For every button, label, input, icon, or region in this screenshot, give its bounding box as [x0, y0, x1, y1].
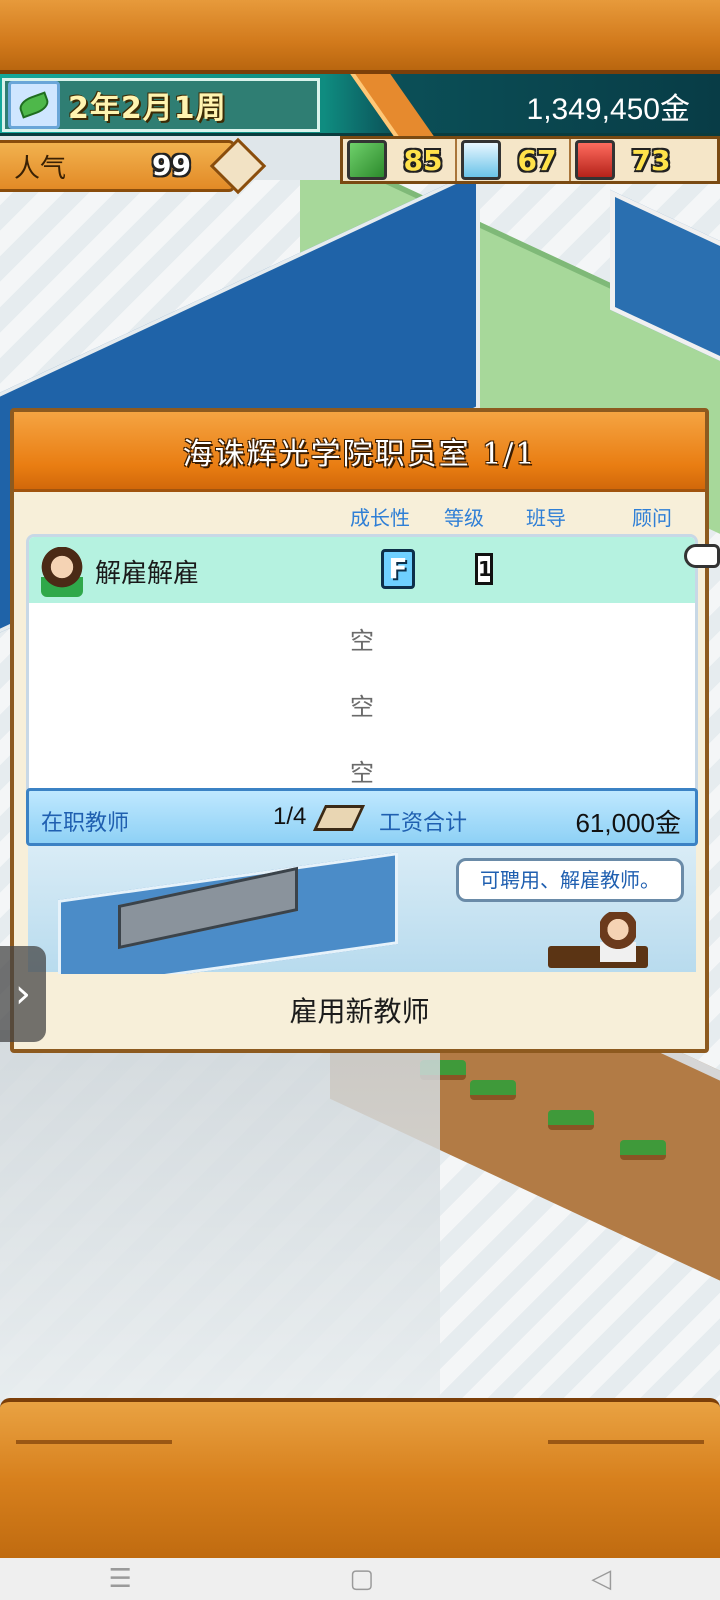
- active-teachers-label: 在职教师: [41, 811, 130, 836]
- chevron-right-icon: ›: [15, 971, 31, 1017]
- hint-speech-bubble: 可聘用、解雇教师。: [456, 858, 684, 902]
- calendar-icon: [8, 81, 60, 129]
- column-headers: 成长性 等级 班导 顾问: [14, 498, 705, 532]
- teacher-avatar: [41, 547, 83, 597]
- date-text: 2年2月1周: [68, 91, 227, 126]
- money-display: 1,349,450金: [526, 93, 690, 126]
- hire-new-teacher-button[interactable]: 雇用新教师: [14, 974, 705, 1046]
- stat-book: 73: [571, 139, 683, 181]
- col-level[interactable]: 等级: [444, 502, 484, 531]
- divider: [548, 1440, 704, 1444]
- stat-value: 67: [517, 143, 557, 177]
- office-illustration: 可聘用、解雇教师。: [28, 846, 696, 992]
- dialog-header: 海诛辉光学院职员室 1/1: [14, 412, 705, 492]
- status-bar: 2年2月1周 1,349,450金: [0, 74, 720, 136]
- flask-icon: [461, 140, 501, 180]
- secretary-avatar: [600, 912, 636, 962]
- top-wood-bar: [0, 0, 720, 74]
- hand-pointer-icon: [684, 544, 720, 568]
- teacher-name: 解雇解雇: [95, 559, 200, 589]
- empty-label: 空: [350, 693, 374, 721]
- menu-icon[interactable]: ☰: [109, 1564, 132, 1594]
- staff-room-dialog: 海诛辉光学院职员室 1/1 成长性 等级 班导 顾问 解雇解雇 F 1 空 空 …: [10, 408, 709, 1053]
- teacher-count: 1/4: [273, 803, 307, 830]
- empty-label: 空: [350, 759, 374, 787]
- col-homeroom[interactable]: 班导: [526, 502, 566, 531]
- bottom-wood-panel: [0, 1398, 720, 1558]
- dialog-title: 海诛辉光学院职员室 1/1: [182, 436, 537, 472]
- home-icon[interactable]: ▢: [349, 1564, 374, 1594]
- empty-slot[interactable]: 空: [29, 603, 695, 669]
- col-advisor[interactable]: 顾问: [632, 502, 672, 531]
- summary-bar: 在职教师 1/4 工资合计 61,000金: [26, 788, 698, 846]
- empty-label: 空: [350, 627, 374, 655]
- empty-slot[interactable]: 空: [29, 669, 695, 735]
- side-drawer-tab[interactable]: ›: [0, 946, 46, 1042]
- wage-total-value: 61,000金: [575, 808, 681, 838]
- growth-grade-badge: F: [381, 549, 415, 589]
- teacher-level: 1: [475, 553, 493, 585]
- divider: [16, 1440, 172, 1444]
- stat-value: 85: [403, 143, 443, 177]
- stat-pencil: 85: [343, 139, 457, 181]
- system-nav-bar: ☰ ▢ ◁: [0, 1558, 720, 1600]
- staff-row[interactable]: 解雇解雇 F 1: [29, 537, 695, 603]
- wage-bundle-icon: [312, 805, 366, 831]
- hedge: [470, 1080, 516, 1100]
- back-icon[interactable]: ◁: [591, 1564, 611, 1594]
- hedge: [620, 1140, 666, 1160]
- staff-list: 解雇解雇 F 1 空 空 空: [26, 534, 698, 806]
- popularity-box[interactable]: 人气 99: [0, 140, 235, 192]
- popularity-value: 99: [152, 149, 191, 182]
- wage-total-label: 工资合计: [379, 811, 468, 836]
- col-growth[interactable]: 成长性: [350, 502, 410, 531]
- decorative-strip: [350, 74, 434, 136]
- pencil-icon: [347, 140, 387, 180]
- book-icon: [575, 140, 615, 180]
- hedge: [548, 1110, 594, 1130]
- stat-value: 73: [631, 143, 671, 177]
- blurred-area: [0, 1030, 440, 1400]
- date-box[interactable]: 2年2月1周: [2, 78, 320, 132]
- stats-row[interactable]: 85 67 73: [340, 136, 720, 184]
- popularity-label: 人气: [14, 153, 67, 184]
- stat-flask: 67: [457, 139, 571, 181]
